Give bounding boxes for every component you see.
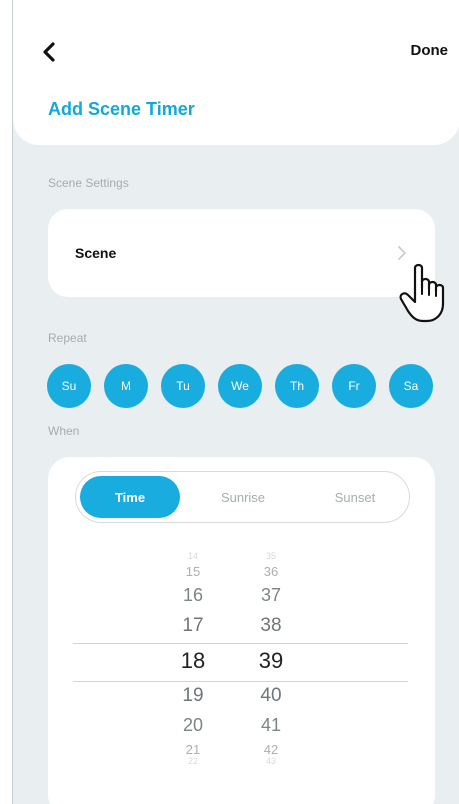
time-mode-segmented-control: Time Sunrise Sunset <box>75 471 410 523</box>
hour-option: 14 <box>187 551 198 561</box>
chevron-right-icon <box>398 246 406 260</box>
hour-wheel[interactable]: 14 15 16 17 18 19 20 21 22 <box>163 547 223 804</box>
minute-option: 42 <box>263 742 279 757</box>
hour-option: 17 <box>182 615 204 636</box>
day-sunday[interactable]: Su <box>47 364 91 408</box>
minute-option: 40 <box>260 685 282 706</box>
tab-sunrise[interactable]: Sunrise <box>193 476 293 518</box>
minute-option: 41 <box>260 715 282 735</box>
hour-selected: 18 <box>180 648 206 673</box>
day-friday[interactable]: Fr <box>332 364 376 408</box>
hour-option: 22 <box>187 756 198 766</box>
back-arrow-icon[interactable] <box>35 38 63 66</box>
tab-time[interactable]: Time <box>80 476 180 518</box>
minute-option: 43 <box>265 756 276 766</box>
minute-option: 38 <box>260 615 282 636</box>
tab-sunset[interactable]: Sunset <box>305 476 405 518</box>
done-button[interactable]: Done <box>411 42 449 59</box>
scene-label: Scene <box>75 245 117 261</box>
day-wednesday[interactable]: We <box>218 364 262 408</box>
minute-wheel[interactable]: 35 36 37 38 39 40 41 42 43 <box>241 547 301 804</box>
scene-row[interactable]: Scene <box>48 209 435 297</box>
time-picker: 14 15 16 17 18 19 20 21 22 35 36 37 38 3… <box>48 547 435 804</box>
when-label: When <box>48 424 80 438</box>
app-screen: Done Add Scene Timer Scene Settings Scen… <box>12 0 459 804</box>
hand-pointer-icon <box>399 263 445 323</box>
repeat-days: Su M Tu We Th Fr Sa <box>47 364 447 408</box>
day-saturday[interactable]: Sa <box>389 364 433 408</box>
hour-option: 15 <box>185 564 201 579</box>
header: Done Add Scene Timer <box>13 0 459 145</box>
day-tuesday[interactable]: Tu <box>161 364 205 408</box>
minute-selected: 39 <box>258 648 284 673</box>
repeat-label: Repeat <box>48 331 87 345</box>
day-thursday[interactable]: Th <box>275 364 319 408</box>
hour-option: 16 <box>182 585 204 605</box>
hour-option: 19 <box>182 685 204 706</box>
page-title: Add Scene Timer <box>48 99 195 119</box>
hour-option: 20 <box>182 715 204 735</box>
minute-option: 37 <box>260 585 282 605</box>
when-card: Time Sunrise Sunset 14 15 16 17 18 19 20… <box>48 457 435 804</box>
scene-settings-label: Scene Settings <box>48 176 129 190</box>
minute-option: 35 <box>265 551 276 561</box>
minute-option: 36 <box>263 564 279 579</box>
day-monday[interactable]: M <box>104 364 148 408</box>
hour-option: 21 <box>185 742 201 757</box>
